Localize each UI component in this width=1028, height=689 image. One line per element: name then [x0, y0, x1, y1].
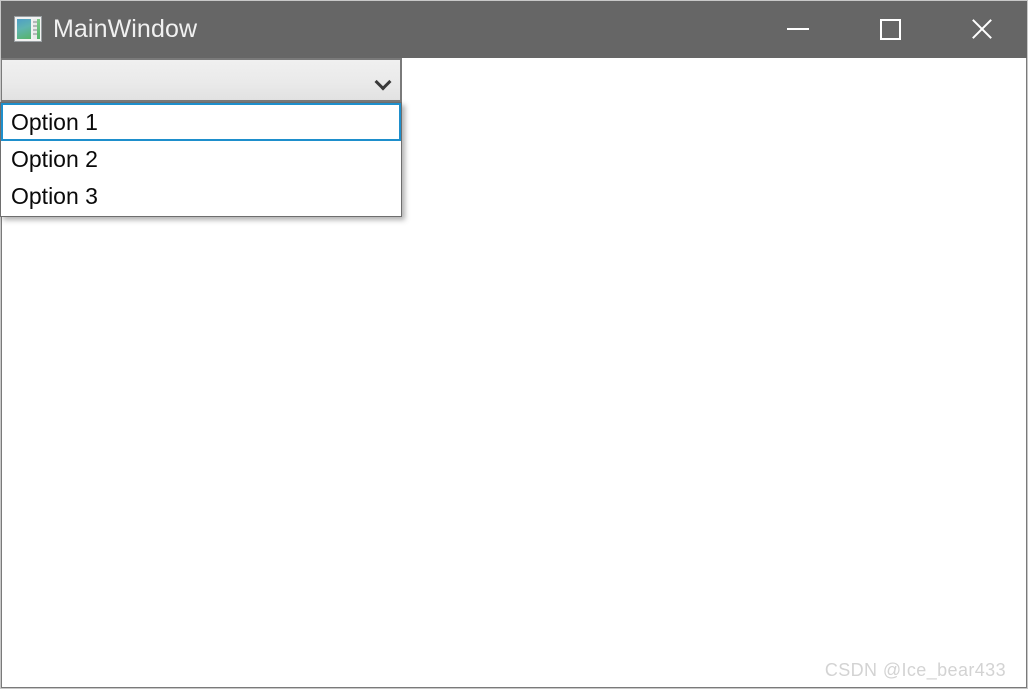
- dropdown-item-label: Option 3: [11, 183, 98, 209]
- minimize-button[interactable]: [752, 0, 844, 58]
- title-bar-left: MainWindow: [0, 16, 752, 42]
- window-controls: [752, 0, 1028, 58]
- maximize-button[interactable]: [844, 0, 936, 58]
- window-title: MainWindow: [53, 14, 198, 43]
- dropdown-item-label: Option 1: [11, 108, 98, 135]
- title-bar[interactable]: MainWindow: [0, 0, 1028, 58]
- dropdown-item-option-2[interactable]: Option 2: [1, 141, 401, 178]
- application-window-icon: [14, 16, 42, 42]
- main-window: MainWindow Option 1 Option 2 Option 3 CS…: [0, 0, 1028, 689]
- dropdown-item-option-3[interactable]: Option 3: [1, 178, 401, 215]
- chevron-down-icon: [376, 76, 389, 84]
- combobox-dropdown-list: Option 1 Option 2 Option 3: [0, 102, 402, 217]
- close-button[interactable]: [936, 0, 1028, 58]
- dropdown-item-label: Option 2: [11, 146, 98, 172]
- watermark-text: CSDN @Ice_bear433: [824, 660, 1006, 680]
- combobox[interactable]: [0, 58, 402, 102]
- dropdown-item-option-1[interactable]: Option 1: [1, 103, 401, 141]
- minimize-icon: [787, 28, 809, 30]
- maximize-icon: [879, 18, 901, 40]
- app-icon-preview-pane: [17, 19, 31, 39]
- app-icon-accent-bar: [37, 19, 40, 39]
- combobox-dropdown-toggle[interactable]: [364, 59, 400, 101]
- close-icon: [970, 17, 994, 41]
